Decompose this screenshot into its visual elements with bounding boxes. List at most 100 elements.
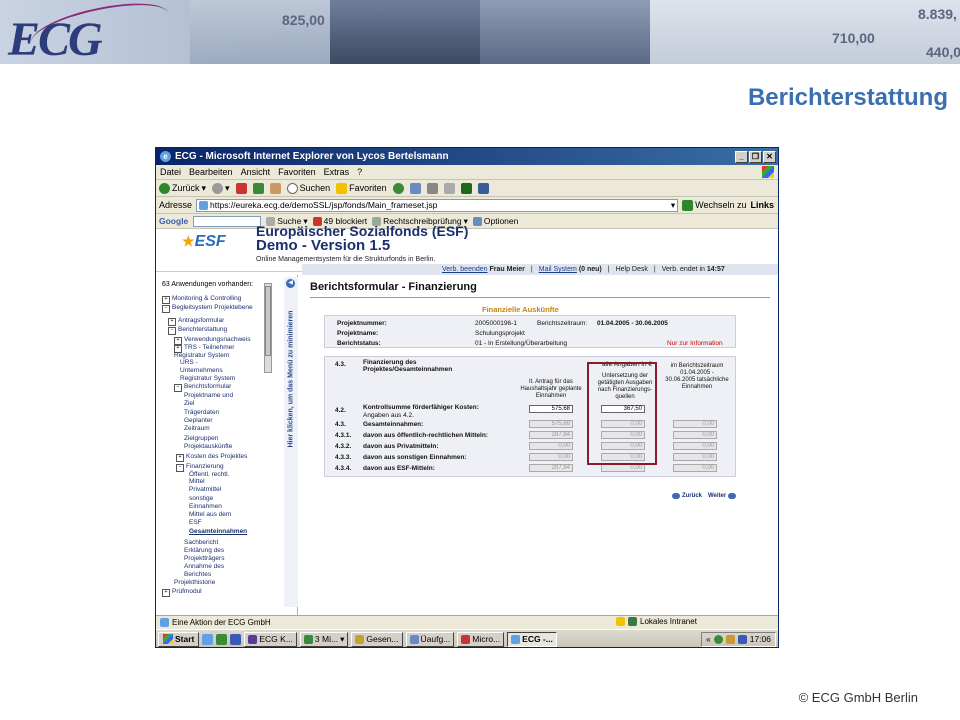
actual-value-cell[interactable]: 0,00 <box>673 464 717 472</box>
quicklaunch-ie-icon[interactable] <box>202 633 214 645</box>
refresh-icon[interactable] <box>252 182 264 194</box>
favorites-button[interactable]: Favoriten <box>336 182 387 194</box>
esf-subtitle: Online Managementsystem für die Struktur… <box>256 256 436 263</box>
edit-icon[interactable] <box>443 182 455 194</box>
taskbar-item[interactable]: 3 Mi... ▾ <box>299 631 349 647</box>
status-label: Berichtstatus: <box>337 340 381 347</box>
tray-icon[interactable] <box>713 634 723 644</box>
logout-link[interactable]: Verb. beenden Frau Meier <box>442 266 525 273</box>
mail-link[interactable]: Mail System (0 neu) <box>539 266 602 273</box>
nav-item[interactable]: Monitoring & Controlling <box>162 295 241 304</box>
nav-item[interactable]: Berichtsformular <box>174 383 231 392</box>
minimize-menu-bar[interactable]: ◀ Hier klicken, um das Menü zu minimiere… <box>284 277 298 607</box>
planned-value-cell[interactable]: 575,68 <box>529 405 573 413</box>
restore-button[interactable]: ❐ <box>749 150 762 163</box>
close-button[interactable]: ✕ <box>763 150 776 163</box>
nav-item[interactable]: Prüfmodul <box>162 588 202 597</box>
planned-value-cell: 287,84 <box>529 464 573 472</box>
forward-arrow-icon <box>212 182 224 194</box>
actual-value-cell[interactable]: 0,00 <box>673 431 717 439</box>
discuss-icon[interactable] <box>477 182 489 194</box>
financing-table: 4.3. Finanzierung des Projektes/Gesamtei… <box>324 356 736 477</box>
minimize-button[interactable]: _ <box>735 150 748 163</box>
mail-icon[interactable] <box>409 182 421 194</box>
back-nav-button[interactable]: Zurück <box>672 493 702 499</box>
menu-ansicht[interactable]: Ansicht <box>241 167 271 177</box>
home-icon[interactable] <box>269 182 281 194</box>
status-text: Eine Aktion der ECG GmbH <box>172 618 271 627</box>
help-desk-link[interactable]: Help Desk <box>616 266 648 273</box>
menu-datei[interactable]: Datei <box>160 167 181 177</box>
google-logo[interactable]: Google <box>159 216 188 226</box>
app-icon <box>409 634 419 644</box>
links-button[interactable]: Links <box>750 200 774 210</box>
nav-item[interactable]: TRS - Teilnehmer Registratur System <box>174 344 254 359</box>
options-button[interactable]: Optionen <box>472 216 518 226</box>
start-label: Start <box>175 634 195 644</box>
search-label: Suchen <box>299 183 331 193</box>
start-button[interactable]: Start <box>158 631 200 647</box>
status-value: 01 - In Erstellung/Überarbeitung <box>475 340 568 347</box>
back-button[interactable]: Zurück ▾ <box>159 182 206 194</box>
nav-item[interactable]: URS - Unternehmens Registratur System <box>180 359 240 383</box>
nav-item[interactable]: Annahme des Berichtes <box>184 563 234 579</box>
print-icon[interactable] <box>426 182 438 194</box>
search-button[interactable]: Suchen <box>286 182 331 194</box>
minimize-menu-text[interactable]: Hier klicken, um das Menü zu minimieren <box>288 311 295 448</box>
tray-icon[interactable] <box>737 634 747 644</box>
nav-item[interactable]: Sachbericht <box>184 539 218 546</box>
menu-extras[interactable]: Extras <box>324 167 350 177</box>
tray-expand-icon[interactable]: « <box>706 634 711 644</box>
page-icon <box>199 200 209 210</box>
nav-item[interactable]: Trägerdaten <box>184 409 219 416</box>
quicklaunch-excel-icon[interactable] <box>216 633 228 645</box>
actual-value-cell[interactable]: 0,00 <box>673 442 717 450</box>
banner-number: 8.839, <box>918 6 957 22</box>
section-heading: Finanzielle Auskünfte <box>482 305 559 314</box>
nav-item[interactable]: Privatmittel <box>189 486 221 493</box>
nav-item[interactable]: Kosten des Projektes <box>176 453 247 462</box>
browser-statusbar: Eine Aktion der ECG GmbH Lokales Intrane… <box>156 615 778 629</box>
clock[interactable]: 17:06 <box>750 634 771 644</box>
nav-item[interactable]: Begleitsystem Projektebene <box>162 304 253 313</box>
menu-favoriten[interactable]: Favoriten <box>278 167 316 177</box>
menu-help[interactable]: ? <box>357 167 362 177</box>
nav-item[interactable]: Berichterstattung <box>168 326 227 335</box>
nav-item[interactable]: Geplanter Zeitraum <box>184 417 234 433</box>
taskbar-item[interactable]: ECG K... <box>244 631 297 647</box>
history-icon[interactable] <box>392 182 404 194</box>
forward-button[interactable]: ▾ <box>212 182 230 194</box>
taskbar-item[interactable]: Micro... <box>457 631 505 647</box>
taskbar: Start ECG K... 3 Mi... ▾ Gesen... Üaufg.… <box>156 629 778 647</box>
nav-item[interactable]: Antragsformular <box>168 317 224 326</box>
row-number: 4.3.4. <box>335 465 352 472</box>
nav-item[interactable]: Öffentl. rechtl. Mittel <box>189 471 239 485</box>
quicklaunch-word-icon[interactable] <box>230 633 242 645</box>
nav-item[interactable]: sonstige Einnahmen <box>189 495 229 511</box>
breakdown-value-cell[interactable]: 0,00 <box>601 464 645 472</box>
nav-item[interactable]: Projektauskünfte <box>184 443 232 450</box>
nav-item[interactable]: Projekthistorie <box>174 579 215 586</box>
section-title: Finanzierung des Projektes/Gesamteinnahm… <box>363 359 453 373</box>
taskbar-item[interactable]: Gesen... <box>351 631 403 647</box>
google-search-input[interactable] <box>193 215 262 227</box>
tray-icon[interactable] <box>725 634 735 644</box>
taskbar-item[interactable]: Üaufg... <box>405 631 455 647</box>
menu-bearbeiten[interactable]: Bearbeiten <box>189 167 233 177</box>
nav-item[interactable]: Projektname und Ziel <box>184 392 244 408</box>
nav-item[interactable]: Zielgruppen <box>184 435 218 442</box>
address-input[interactable]: https://eureka.ecg.de/demoSSL/jsp/fonds/… <box>196 198 679 212</box>
nav-item[interactable]: Erklärung des Projektträgers <box>184 547 244 563</box>
go-button[interactable]: Wechseln zu <box>682 199 746 211</box>
collapse-arrow-icon[interactable]: ◀ <box>286 279 295 288</box>
messenger-icon[interactable] <box>460 182 472 194</box>
next-nav-button[interactable]: Weiter <box>708 493 737 499</box>
actual-value-cell[interactable]: 0,00 <box>673 453 717 461</box>
intranet-icon <box>628 617 637 626</box>
taskbar-item-active[interactable]: ECG -... <box>507 631 557 647</box>
app-icon <box>461 634 471 644</box>
nav-item-active[interactable]: Gesamteinnahmen <box>189 528 247 535</box>
stop-icon[interactable] <box>235 182 247 194</box>
address-dropdown-icon[interactable]: ▾ <box>671 200 677 211</box>
nav-item[interactable]: Mittel aus dem ESF <box>189 511 239 527</box>
